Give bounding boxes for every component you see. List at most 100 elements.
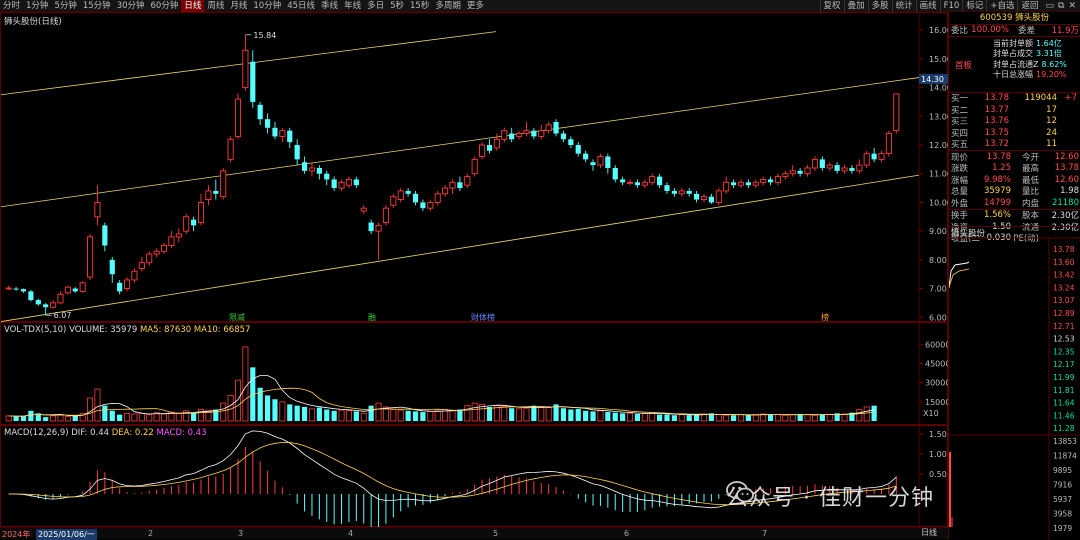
volume-bar[interactable] xyxy=(605,412,610,421)
candle[interactable] xyxy=(228,136,233,162)
candle[interactable] xyxy=(406,188,411,197)
volume-bar[interactable] xyxy=(21,416,26,421)
volume-pane[interactable]: 60000450003000015000X10 VOL-TDX(5,10) VO… xyxy=(0,322,948,425)
candle[interactable] xyxy=(746,179,751,188)
volume-bar[interactable] xyxy=(58,415,63,421)
volume-bar[interactable] xyxy=(738,415,743,421)
volume-bar[interactable] xyxy=(635,414,640,421)
volume-bar[interactable] xyxy=(124,413,129,421)
volume-bar[interactable] xyxy=(95,389,100,421)
candle[interactable] xyxy=(590,159,595,170)
period-tab[interactable]: 季线 xyxy=(318,0,341,12)
candle[interactable] xyxy=(672,188,677,197)
candle[interactable] xyxy=(576,142,581,156)
volume-bar[interactable] xyxy=(568,410,573,422)
tool-button[interactable]: 返回 xyxy=(1017,0,1041,12)
candle[interactable] xyxy=(724,177,729,194)
volume-bar[interactable] xyxy=(191,413,196,421)
volume-bar[interactable] xyxy=(213,410,218,422)
candle[interactable] xyxy=(65,286,70,295)
candle[interactable] xyxy=(502,128,507,142)
tool-button[interactable]: 统计 xyxy=(892,0,916,12)
candle[interactable] xyxy=(206,185,211,205)
period-tab[interactable]: 45日线 xyxy=(284,0,318,12)
period-tab[interactable]: 1分钟 xyxy=(23,0,51,12)
volume-bar[interactable] xyxy=(6,416,11,421)
candle[interactable] xyxy=(768,177,773,186)
volume-bar[interactable] xyxy=(598,411,603,421)
candle[interactable] xyxy=(435,191,440,205)
volume-bar[interactable] xyxy=(627,413,632,421)
intraday-chart[interactable]: 13.7813.6013.4213.2413.0712.8912.7112.53… xyxy=(949,227,1080,540)
candle[interactable] xyxy=(235,93,240,139)
candle[interactable] xyxy=(43,303,48,315)
candle[interactable] xyxy=(413,191,418,205)
candle[interactable] xyxy=(391,194,396,208)
candle[interactable] xyxy=(154,248,159,257)
volume-bar[interactable] xyxy=(812,415,817,421)
period-tab[interactable]: 年线 xyxy=(341,0,364,12)
volume-bar[interactable] xyxy=(650,413,655,421)
volume-bar[interactable] xyxy=(679,415,684,421)
candle[interactable] xyxy=(354,177,359,188)
volume-bar[interactable] xyxy=(428,411,433,421)
candle[interactable] xyxy=(872,148,877,162)
event-marker[interactable]: 财体榜 xyxy=(471,312,495,322)
candle[interactable] xyxy=(805,165,810,176)
candle[interactable] xyxy=(117,280,122,294)
volume-bar[interactable] xyxy=(272,399,277,421)
volume-bar[interactable] xyxy=(361,413,366,421)
candle[interactable] xyxy=(583,151,588,162)
volume-bar[interactable] xyxy=(265,395,270,421)
volume-bar[interactable] xyxy=(768,415,773,421)
volume-bar[interactable] xyxy=(139,413,144,421)
volume-bar[interactable] xyxy=(864,407,869,421)
candle[interactable] xyxy=(835,162,840,173)
volume-bar[interactable] xyxy=(827,415,832,421)
volume-bar[interactable] xyxy=(420,412,425,421)
candle[interactable] xyxy=(657,174,662,188)
volume-bar[interactable] xyxy=(117,415,122,421)
volume-bar[interactable] xyxy=(783,415,788,421)
volume-bar[interactable] xyxy=(457,410,462,422)
candle[interactable] xyxy=(472,156,477,176)
candle[interactable] xyxy=(258,102,263,125)
candle[interactable] xyxy=(21,289,26,293)
tool-button[interactable]: F10 xyxy=(940,0,963,12)
volume-bar[interactable] xyxy=(102,406,107,421)
volume-bar[interactable] xyxy=(176,413,181,421)
period-tab[interactable]: 5秒 xyxy=(387,0,407,12)
volume-bar[interactable] xyxy=(805,415,810,421)
candle[interactable] xyxy=(302,156,307,173)
candle[interactable] xyxy=(650,174,655,185)
volume-bar[interactable] xyxy=(50,416,55,421)
candle[interactable] xyxy=(849,165,854,174)
candle[interactable] xyxy=(487,139,492,153)
close-icon[interactable]: ✕ xyxy=(1068,1,1076,11)
candle[interactable] xyxy=(709,194,714,204)
candle[interactable] xyxy=(309,162,314,176)
candle[interactable] xyxy=(272,122,277,139)
candle[interactable] xyxy=(857,159,862,173)
candle[interactable] xyxy=(176,228,181,242)
tool-button[interactable]: 标记 xyxy=(962,0,986,12)
candle[interactable] xyxy=(80,281,85,292)
volume-bar[interactable] xyxy=(354,411,359,421)
candle[interactable] xyxy=(124,277,129,291)
candle[interactable] xyxy=(753,179,758,188)
candle[interactable] xyxy=(864,151,869,168)
volume-bar[interactable] xyxy=(524,408,529,421)
candle[interactable] xyxy=(783,171,788,180)
volume-bar[interactable] xyxy=(406,411,411,421)
volume-bar[interactable] xyxy=(287,404,292,421)
event-marker[interactable]: 榜 xyxy=(821,312,829,322)
candle[interactable] xyxy=(761,177,766,186)
candle[interactable] xyxy=(635,179,640,188)
volume-bar[interactable] xyxy=(309,409,314,421)
candle[interactable] xyxy=(627,179,632,185)
candle[interactable] xyxy=(169,231,174,248)
volume-bar[interactable] xyxy=(391,410,396,422)
candle[interactable] xyxy=(324,171,329,185)
period-tab[interactable]: 15分钟 xyxy=(80,0,114,12)
candle[interactable] xyxy=(827,162,832,171)
